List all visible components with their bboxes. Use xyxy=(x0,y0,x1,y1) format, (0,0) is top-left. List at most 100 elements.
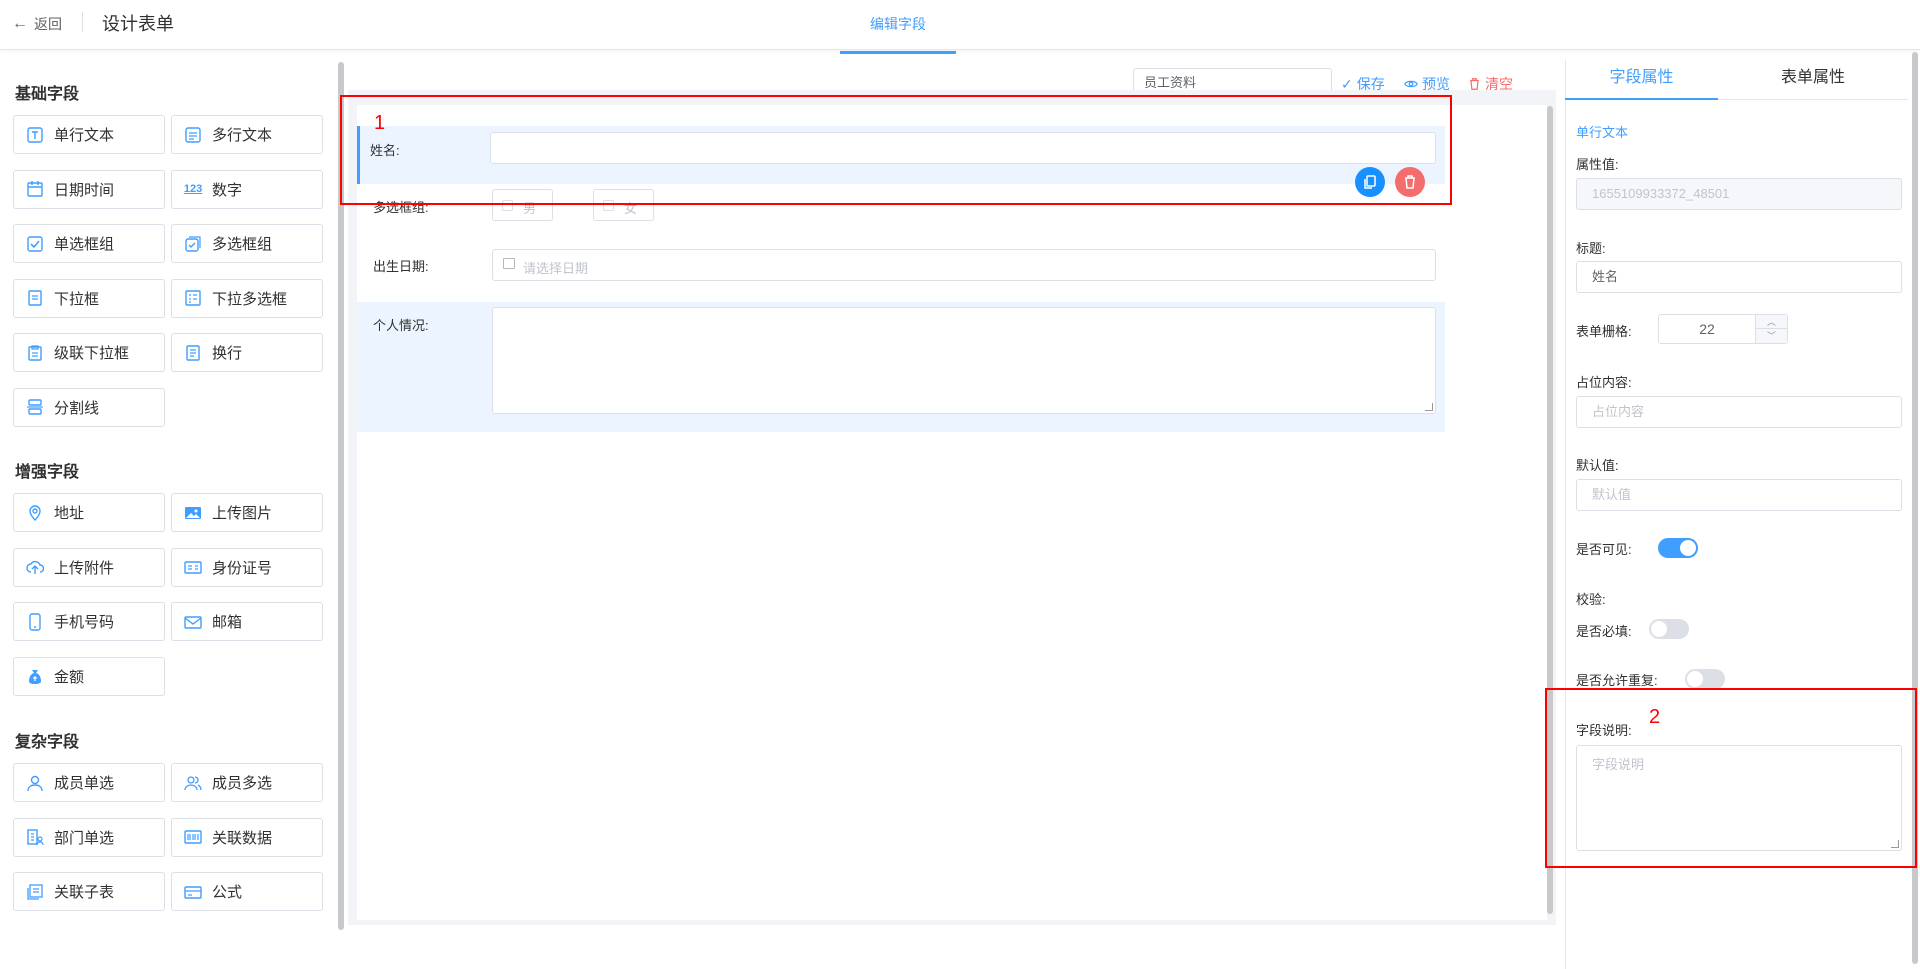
barcode-icon xyxy=(184,828,202,846)
visible-toggle[interactable] xyxy=(1658,538,1698,558)
arrow-left-icon: ← xyxy=(12,15,28,32)
chevron-up-icon[interactable]: ︿ xyxy=(1755,315,1787,329)
palette-button-label: 上传图片 xyxy=(212,505,273,522)
select-icon xyxy=(26,289,44,307)
mail-icon xyxy=(184,613,202,631)
field-type-label: 单行文本 xyxy=(1576,125,1629,140)
tab-field-properties[interactable]: 字段属性 xyxy=(1565,60,1718,100)
basic-fields-title: 基础字段 xyxy=(15,86,80,103)
palette-button-label: 数字 xyxy=(212,181,243,199)
placeholder-input[interactable]: 占位内容 xyxy=(1576,396,1902,428)
palette-button-label: 多选框组 xyxy=(212,236,273,253)
image-icon xyxy=(184,504,202,522)
palette-button-label: 分割线 xyxy=(54,399,100,417)
visible-label: 是否可见: xyxy=(1576,542,1632,557)
palette-button[interactable]: 关联数据 xyxy=(171,817,323,857)
palette-button[interactable]: 单选框组 xyxy=(13,224,165,263)
palette-button[interactable]: 地址 xyxy=(13,493,165,532)
allow-repeat-toggle[interactable] xyxy=(1685,669,1725,689)
palette-button[interactable]: 关联子表 xyxy=(13,872,165,911)
palette-button-label: 部门单选 xyxy=(54,829,115,847)
allow-repeat-label: 是否允许重复: xyxy=(1576,673,1658,688)
grid-value[interactable]: 22 xyxy=(1659,315,1755,343)
palette-button[interactable]: 手机号码 xyxy=(13,602,165,641)
annotation-number-2: 2 xyxy=(1649,706,1661,728)
palette-button-label: 成员多选 xyxy=(212,775,273,792)
palette-button[interactable]: 下拉框 xyxy=(13,278,165,318)
birth-date-picker[interactable]: 请选择日期 xyxy=(492,249,1436,281)
palette-button-label: 单行文本 xyxy=(54,127,115,144)
money-bag-icon xyxy=(26,667,44,685)
enhanced-fields-title: 增强字段 xyxy=(15,464,80,481)
cascader-icon xyxy=(26,344,44,362)
upload-cloud-icon xyxy=(26,558,44,576)
tab-form-properties[interactable]: 表单属性 xyxy=(1718,60,1908,100)
palette-button[interactable]: 日期时间 xyxy=(13,169,165,209)
grid-label: 表单栅格: xyxy=(1576,324,1632,339)
palette-button-label: 邮箱 xyxy=(212,614,243,631)
divider-icon xyxy=(26,398,44,416)
checkbox-group-icon xyxy=(184,235,202,253)
palette-button[interactable]: 多行文本 xyxy=(171,115,323,154)
toggle-knob xyxy=(1651,621,1667,637)
palette-button[interactable]: 成员单选 xyxy=(13,763,165,802)
palette-button-label: 单选框组 xyxy=(54,236,115,253)
palette-button-label: 身份证号 xyxy=(212,559,273,577)
attr-value-input: 1655109933372_48501 xyxy=(1576,178,1902,210)
annotation-box-2 xyxy=(1545,688,1917,868)
palette-button[interactable]: 单行文本 xyxy=(13,115,165,154)
palette-button[interactable]: 邮箱 xyxy=(171,602,323,641)
title-label: 标题: xyxy=(1576,241,1606,256)
calendar-icon xyxy=(26,180,44,198)
palette-button[interactable]: 123 数字 xyxy=(171,169,323,209)
palette-button[interactable]: 成员多选 xyxy=(171,763,323,802)
sub-table-icon xyxy=(26,883,44,901)
palette-button[interactable]: 部门单选 xyxy=(13,817,165,857)
palette-button[interactable]: 上传图片 xyxy=(171,493,323,532)
palette-button-label: 金额 xyxy=(54,668,85,686)
palette-button-label: 关联子表 xyxy=(54,884,115,901)
palette-button-label: 地址 xyxy=(54,505,85,522)
resize-handle-icon xyxy=(1425,403,1433,411)
page-title: 设计表单 xyxy=(102,14,174,34)
back-button[interactable]: ← 返回 xyxy=(12,12,62,36)
palette-button-label: 公式 xyxy=(212,884,243,901)
intro-textarea[interactable] xyxy=(492,307,1436,414)
required-label: 是否必填: xyxy=(1576,624,1632,639)
required-toggle[interactable] xyxy=(1649,619,1689,639)
palette-button[interactable]: 多选框组 xyxy=(171,224,323,263)
palette-button-label: 多行文本 xyxy=(212,127,273,144)
palette-button[interactable]: 金额 xyxy=(13,656,165,696)
palette-button[interactable]: 公式 xyxy=(171,872,323,911)
palette-button[interactable]: 换行 xyxy=(171,333,323,372)
back-label: 返回 xyxy=(34,16,62,32)
palette-button[interactable]: 身份证号 xyxy=(171,547,323,587)
trash-icon xyxy=(1470,78,1479,90)
chevron-down-icon[interactable]: ﹀ xyxy=(1755,329,1787,343)
palette-button[interactable]: 下拉多选框 xyxy=(171,278,323,318)
palette-button[interactable]: 级联下拉框 xyxy=(13,333,165,372)
tab-edit-fields[interactable]: 编辑字段 xyxy=(840,0,956,54)
annotation-box-1 xyxy=(340,95,1452,205)
palette-button-label: 换行 xyxy=(212,345,243,362)
form-canvas xyxy=(357,105,1547,920)
toggle-knob xyxy=(1680,540,1696,556)
top-header: ← 返回 设计表单 编辑字段 xyxy=(0,0,1920,54)
multi-select-icon xyxy=(184,289,202,307)
text-input-icon xyxy=(26,126,44,144)
palette-button-label: 下拉框 xyxy=(54,290,100,308)
palette-button[interactable]: 分割线 xyxy=(13,387,165,427)
default-value-input[interactable]: 默认值 xyxy=(1576,479,1902,511)
line-break-icon xyxy=(184,344,202,362)
department-icon xyxy=(26,828,44,846)
title-input[interactable]: 姓名 xyxy=(1576,261,1902,293)
eye-icon xyxy=(1404,80,1418,88)
header-divider xyxy=(82,12,83,32)
textarea-icon xyxy=(184,126,202,144)
palette-button[interactable]: 上传附件 xyxy=(13,547,165,587)
placeholder-label: 占位内容: xyxy=(1576,375,1632,390)
annotation-number-1: 1 xyxy=(374,112,386,134)
palette-button-label: 日期时间 xyxy=(54,181,115,199)
formula-icon xyxy=(184,883,202,901)
grid-stepper[interactable]: 22 ︿ ﹀ xyxy=(1658,314,1788,344)
